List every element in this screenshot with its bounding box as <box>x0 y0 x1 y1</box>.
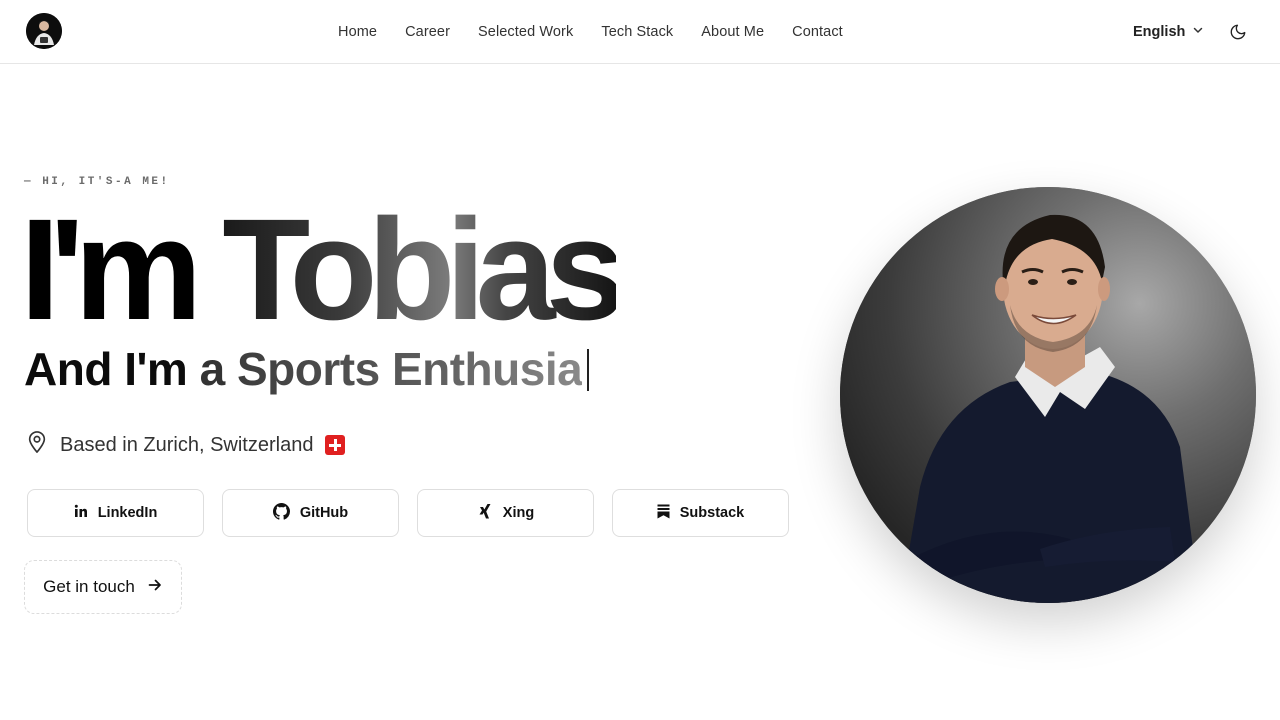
hero-subtitle: And I'm a Sports Enthusia <box>24 343 590 395</box>
nav-career[interactable]: Career <box>405 24 450 40</box>
location: Based in Zurich, Switzerland <box>26 430 346 460</box>
nav-selected-work[interactable]: Selected Work <box>478 24 573 40</box>
nav-about-me[interactable]: About Me <box>701 24 764 40</box>
linkedin-label: LinkedIn <box>97 505 158 521</box>
github-button[interactable]: GitHub <box>222 489 399 537</box>
swiss-flag-icon <box>325 435 346 455</box>
language-selector[interactable]: English <box>1133 0 1204 64</box>
avatar-logo-icon[interactable] <box>26 13 62 49</box>
linkedin-button[interactable]: LinkedIn <box>27 489 204 537</box>
xing-button[interactable]: Xing <box>417 489 594 537</box>
nav-contact[interactable]: Contact <box>792 24 843 40</box>
main-nav: Home Career Selected Work Tech Stack Abo… <box>338 0 843 64</box>
hero-eyebrow: — HI, IT'S-A ME! <box>24 176 170 188</box>
site-header: Home Career Selected Work Tech Stack Abo… <box>0 0 1280 64</box>
linkedin-icon <box>74 504 88 522</box>
arrow-right-icon <box>147 577 163 598</box>
github-icon <box>272 502 290 524</box>
social-links: LinkedIn GitHub Xing Substack <box>27 489 789 537</box>
get-in-touch-button[interactable]: Get in touch <box>24 560 182 614</box>
xing-icon <box>477 503 493 524</box>
subtitle-typed-text: Sports Enthusia <box>236 343 583 395</box>
hero-title: I'm Tobias <box>20 198 626 342</box>
substack-icon <box>657 504 670 523</box>
nav-home[interactable]: Home <box>338 24 377 40</box>
substack-button[interactable]: Substack <box>612 489 789 537</box>
xing-label: Xing <box>502 505 535 521</box>
substack-label: Substack <box>679 505 745 521</box>
location-text: Based in Zurich, Switzerland <box>60 433 314 456</box>
moon-icon[interactable] <box>1226 20 1250 44</box>
subtitle-static: And I'm <box>24 343 188 395</box>
typing-cursor <box>587 349 590 391</box>
nav-tech-stack[interactable]: Tech Stack <box>601 24 673 40</box>
hero-title-part1: I'm <box>20 189 202 350</box>
language-label: English <box>1133 24 1186 40</box>
chevron-down-icon <box>1192 24 1204 40</box>
profile-photo <box>840 187 1256 603</box>
hero-title-name: Tobias <box>222 189 625 350</box>
github-label: GitHub <box>299 505 349 521</box>
subtitle-article: a <box>199 343 226 395</box>
map-pin-icon <box>26 430 48 460</box>
cta-label: Get in touch <box>43 577 135 596</box>
